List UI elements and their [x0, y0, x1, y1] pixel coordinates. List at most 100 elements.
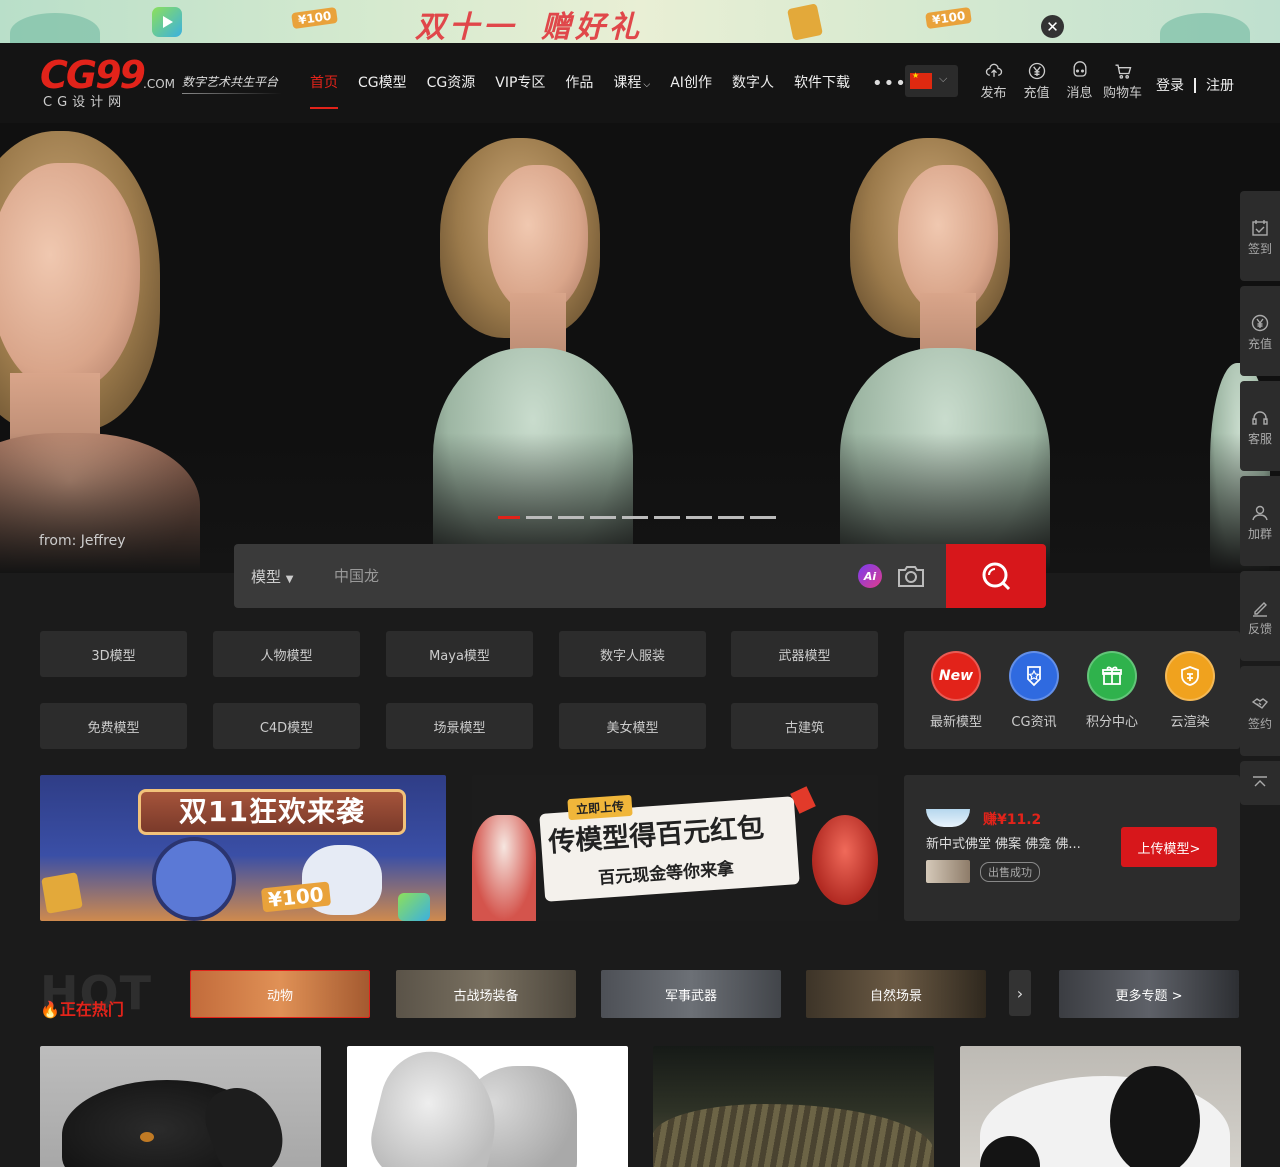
yen-circle-icon [1028, 62, 1045, 80]
quick-cloud-render[interactable]: 云渲染 [1155, 651, 1225, 730]
tag-character-model[interactable]: 人物模型 [213, 631, 360, 677]
chevron-right-icon[interactable]: › [1009, 970, 1031, 1016]
nav-cg-models[interactable]: CG模型 [348, 43, 417, 123]
auth-links: 登录 注册 [1156, 75, 1234, 95]
topic-nature[interactable]: 自然场景 [806, 970, 986, 1018]
carousel-dot[interactable] [622, 516, 648, 519]
site-logo[interactable]: CG99 .COM CG设计网 [40, 55, 175, 110]
carousel-dot[interactable] [526, 516, 552, 519]
promo-badge: ¥100 [291, 6, 339, 30]
side-label: 签约 [1247, 717, 1272, 731]
china-flag-icon [910, 71, 932, 89]
side-label: 充值 [1247, 337, 1272, 351]
carousel-dot[interactable] [498, 516, 520, 519]
quick-label: 云渲染 [1170, 715, 1210, 730]
tag-ancient-architecture[interactable]: 古建筑 [731, 703, 878, 749]
tag-weapon-model[interactable]: 武器模型 [731, 631, 878, 677]
play-logo-icon [398, 893, 430, 921]
group-icon [1252, 505, 1268, 521]
checkin-icon [1252, 220, 1268, 236]
tag-digital-clothing[interactable]: 数字人服装 [559, 631, 706, 677]
nav-software[interactable]: 软件下载 [784, 43, 860, 123]
search-input[interactable] [334, 562, 834, 590]
side-join-group[interactable]: 加群 [1240, 476, 1280, 566]
nav-digital-human[interactable]: 数字人 [722, 43, 784, 123]
upload-model-button[interactable]: 上传模型> [1121, 827, 1217, 867]
star-shield-icon [1009, 651, 1059, 701]
side-feedback[interactable]: 反馈 [1240, 571, 1280, 661]
dragon-illustration [812, 815, 878, 905]
side-label: 客服 [1247, 432, 1272, 446]
hot-label: 🔥正在热门 [40, 996, 124, 1020]
side-support[interactable]: 客服 [1240, 381, 1280, 471]
nav-home[interactable]: 首页 [300, 43, 348, 123]
sold-item-thumbnail [926, 860, 970, 883]
carousel-dot[interactable] [654, 516, 680, 519]
quick-label: 最新模型 [929, 715, 982, 730]
promo-banner[interactable]: ¥100 双十一 赠好礼 ¥100 ✕ [0, 0, 1280, 43]
handshake-icon [1251, 698, 1269, 709]
sold-status-badge: 出售成功 [980, 862, 1040, 882]
quick-cg-news[interactable]: CG资讯 [999, 651, 1069, 730]
side-label: 加群 [1247, 527, 1272, 541]
publish-button[interactable]: 发布 [972, 61, 1015, 101]
search-button[interactable] [946, 544, 1046, 608]
message-icon [1073, 61, 1086, 77]
camera-search-icon[interactable] [896, 562, 926, 590]
search-bar: 模型 ▼ Ai [234, 544, 1046, 608]
tag-beauty-model[interactable]: 美女模型 [559, 703, 706, 749]
hero-carousel[interactable]: from: Jeffrey [0, 123, 1280, 573]
site-header: CG99 .COM CG设计网 数字艺术共生平台 首页 CG模型 CG资源 VI… [0, 43, 1280, 123]
tag-3d-model[interactable]: 3D模型 [40, 631, 187, 677]
model-card[interactable] [40, 1046, 321, 1167]
side-checkin[interactable]: 签到 [1240, 191, 1280, 281]
register-link[interactable]: 注册 [1206, 75, 1234, 95]
carousel-dot[interactable] [558, 516, 584, 519]
close-icon[interactable]: ✕ [1041, 15, 1064, 38]
promo-banner-upload[interactable]: 立即上传 传模型得百元红包 百元现金等你来拿 [472, 775, 878, 921]
quick-label: CG资讯 [1011, 715, 1057, 730]
slogan-underline [182, 93, 282, 94]
tag-free-model[interactable]: 免费模型 [40, 703, 187, 749]
model-thumbnail [363, 1046, 511, 1167]
avatar [926, 809, 970, 827]
sold-item-title: 新中式佛堂 佛案 佛龛 佛... [926, 837, 1081, 852]
topic-ancient-battle[interactable]: 古战场装备 [396, 970, 576, 1018]
topic-animals[interactable]: 动物 [190, 970, 370, 1018]
more-topics-button[interactable]: 更多专题 > [1059, 970, 1239, 1018]
tag-maya-model[interactable]: Maya模型 [386, 631, 533, 677]
quick-points-center[interactable]: 积分中心 [1077, 651, 1147, 730]
nav-ai-create[interactable]: AI创作 [660, 43, 722, 123]
model-card[interactable] [960, 1046, 1241, 1167]
carousel-dot[interactable] [750, 516, 776, 519]
chevron-down-icon: ⌵ [939, 72, 948, 85]
hot-label-text: 正在热门 [59, 1000, 124, 1019]
side-sign-contract[interactable]: 签约 [1240, 666, 1280, 756]
ai-search-icon[interactable]: Ai [858, 564, 882, 588]
login-link[interactable]: 登录 [1156, 75, 1184, 95]
carousel-dot[interactable] [590, 516, 616, 519]
carousel-dot[interactable] [686, 516, 712, 519]
promo-banner-double11[interactable]: 双11狂欢来袭 ¥100 [40, 775, 446, 921]
nav-cg-resources[interactable]: CG资源 [417, 43, 486, 123]
hero-credit: from: Jeffrey [39, 533, 126, 549]
side-recharge[interactable]: 充值 [1240, 286, 1280, 376]
back-to-top-button[interactable] [1240, 761, 1280, 805]
carousel-dot[interactable] [718, 516, 744, 519]
quick-latest-models[interactable]: New 最新模型 [921, 651, 991, 730]
nav-works[interactable]: 作品 [555, 43, 603, 123]
messages-button[interactable]: 消息 [1058, 61, 1101, 101]
model-card[interactable] [347, 1046, 628, 1167]
nav-courses[interactable]: 课程 ⌵ [603, 43, 660, 123]
language-select[interactable]: ⌵ [905, 65, 958, 97]
tag-c4d-model[interactable]: C4D模型 [213, 703, 360, 749]
tag-scene-model[interactable]: 场景模型 [386, 703, 533, 749]
recharge-button[interactable]: 充值 [1015, 61, 1058, 101]
search-type-select[interactable]: 模型 ▼ [251, 566, 294, 587]
cart-button[interactable]: 购物车 [1101, 61, 1144, 101]
topic-military[interactable]: 军事武器 [601, 970, 781, 1018]
model-card[interactable] [653, 1046, 934, 1167]
nav-vip[interactable]: VIP专区 [485, 43, 555, 123]
pen-icon [1253, 602, 1267, 617]
more-icon[interactable]: ••• [872, 73, 907, 94]
